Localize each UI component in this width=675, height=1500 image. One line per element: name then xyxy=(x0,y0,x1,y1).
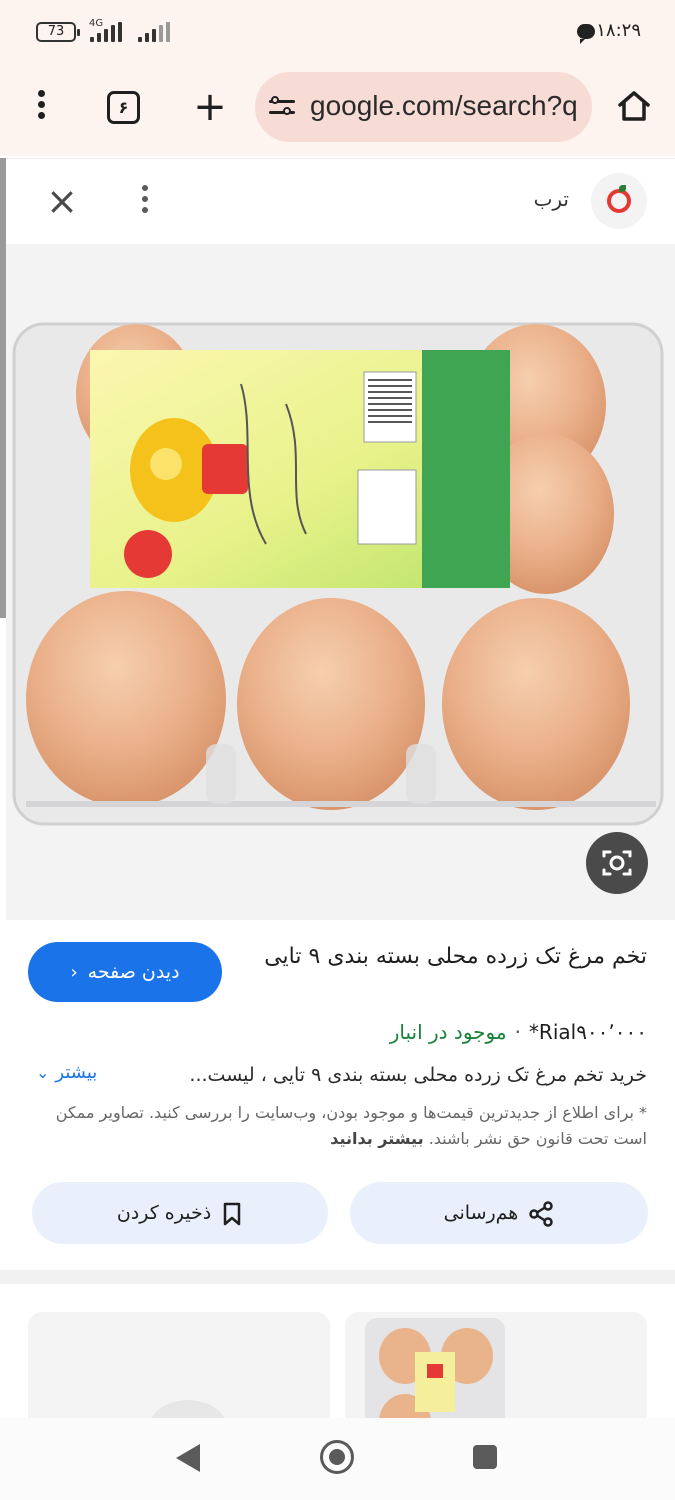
clock: ۱۸:۲۹ xyxy=(596,20,641,41)
visit-page-label: دیدن صفحه xyxy=(87,961,180,983)
chevron-down-icon: ⌄ xyxy=(36,1063,50,1082)
close-icon[interactable]: × xyxy=(44,182,80,220)
more-vert-icon[interactable] xyxy=(30,90,52,124)
price-line: Rial۹۰۰٬۰۰۰* · موجود در انبار xyxy=(390,1020,647,1044)
lens-icon[interactable] xyxy=(586,832,648,894)
save-label: ذخیره کردن xyxy=(116,1202,212,1224)
system-nav-bar xyxy=(0,1418,675,1500)
product-title: تخم مرغ تک زرده محلی بسته بندی ۹ تایی xyxy=(264,944,647,969)
share-button[interactable]: هم‌رسانی xyxy=(350,1182,648,1244)
egg-carton-illustration xyxy=(6,244,675,920)
save-button[interactable]: ذخیره کردن xyxy=(32,1182,328,1244)
tune-icon[interactable] xyxy=(269,96,295,118)
url-text[interactable]: google.com/search?q xyxy=(310,90,578,122)
tab-switcher-button[interactable]: ۶ xyxy=(107,91,140,124)
battery-icon: 73 xyxy=(36,22,80,42)
tab-count: ۶ xyxy=(118,98,129,117)
learn-more-link[interactable]: بیشتر بدانید xyxy=(330,1129,423,1148)
product-image[interactable] xyxy=(6,244,675,920)
battery-level: 73 xyxy=(47,24,65,39)
status-bar: 73 4G ۱۸:۲۹ xyxy=(0,0,675,62)
source-name[interactable]: ترب xyxy=(534,187,569,211)
more-vert-icon[interactable] xyxy=(138,185,152,219)
more-link[interactable]: بیشتر ⌄ xyxy=(36,1062,97,1083)
plus-icon[interactable]: + xyxy=(190,82,230,132)
result-sheet-header: × ترب xyxy=(0,158,675,244)
signal-icon xyxy=(90,22,122,42)
disclaimer: * برای اطلاع از جدیدترین قیمت‌ها و موجود… xyxy=(27,1100,647,1152)
share-icon xyxy=(529,1200,554,1227)
bookmark-icon xyxy=(223,1202,241,1225)
price: Rial۹۰۰٬۰۰۰* xyxy=(528,1020,647,1044)
section-divider xyxy=(0,1270,675,1284)
more-label: بیشتر xyxy=(55,1062,98,1083)
share-label: هم‌رسانی xyxy=(443,1202,519,1224)
home-nav-icon[interactable] xyxy=(320,1440,354,1474)
home-icon[interactable] xyxy=(616,88,652,124)
back-icon[interactable] xyxy=(176,1444,200,1472)
visit-page-button[interactable]: دیدن صفحه ‹ xyxy=(28,942,222,1002)
source-logo[interactable] xyxy=(591,173,647,229)
signal-icon xyxy=(138,22,170,42)
recents-icon[interactable] xyxy=(473,1445,497,1469)
url-bar[interactable]: google.com/search?q xyxy=(255,72,592,142)
message-icon xyxy=(577,24,595,44)
stock-status: موجود در انبار xyxy=(389,1020,507,1044)
browser-toolbar: ۶ + google.com/search?q xyxy=(0,62,675,156)
separator: · xyxy=(514,1020,521,1044)
chevron-left-icon: ‹ xyxy=(70,962,78,983)
product-description: خرید تخم مرغ تک زرده محلی بسته بندی ۹ تا… xyxy=(189,1064,647,1086)
